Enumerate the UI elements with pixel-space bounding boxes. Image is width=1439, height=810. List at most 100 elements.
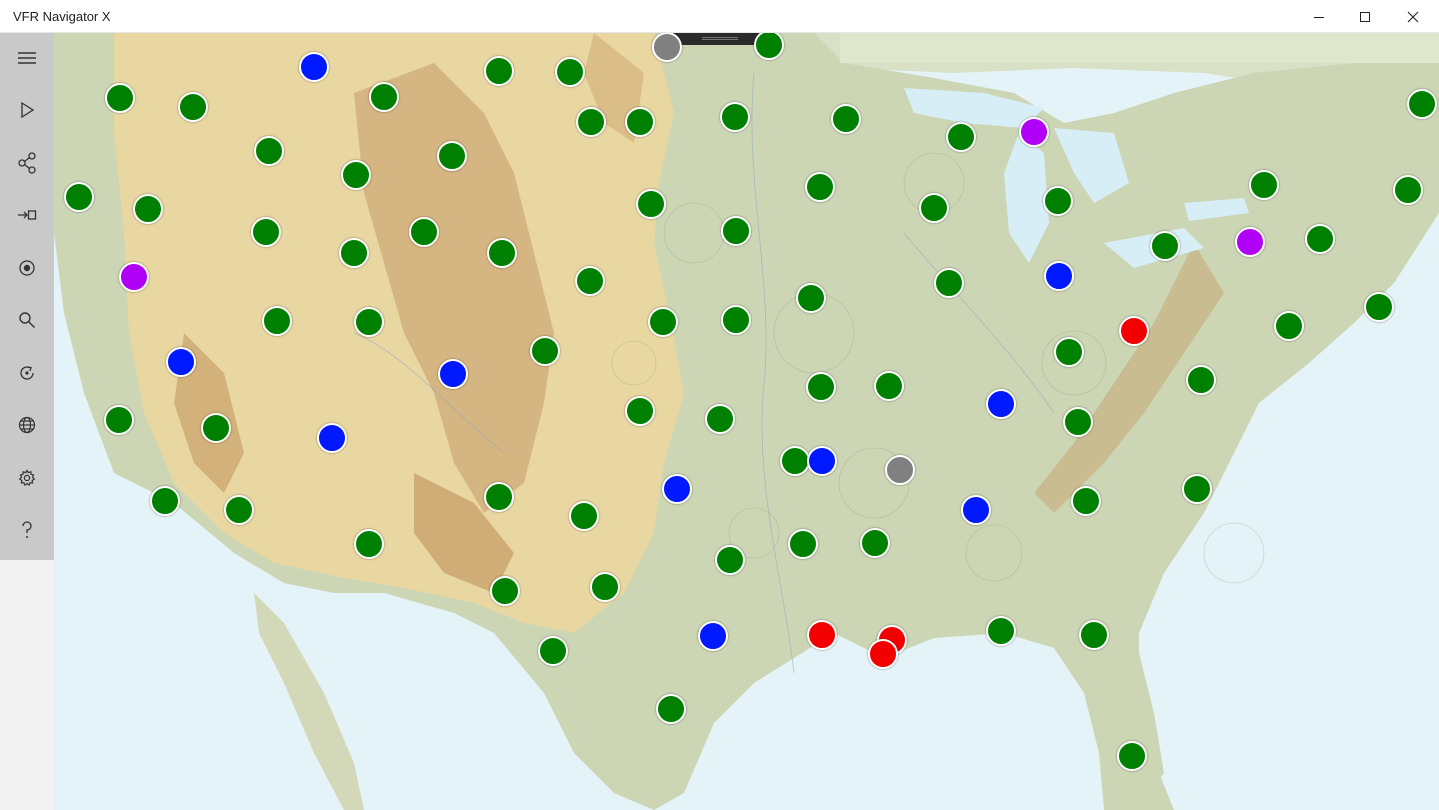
- station-marker-vfr[interactable]: [590, 572, 620, 602]
- station-marker-mvfr[interactable]: [986, 389, 1016, 419]
- sidebar-item-route[interactable]: [0, 138, 54, 188]
- sidebar-item-position[interactable]: [0, 243, 54, 293]
- sidebar-item-search[interactable]: [0, 295, 54, 345]
- sidebar-item-menu[interactable]: [0, 33, 54, 83]
- station-marker-vfr[interactable]: [1117, 741, 1147, 771]
- station-marker-vfr[interactable]: [354, 307, 384, 337]
- station-marker-lifr[interactable]: [1235, 227, 1265, 257]
- station-marker-ifr[interactable]: [807, 620, 837, 650]
- station-marker-mvfr[interactable]: [662, 474, 692, 504]
- station-marker-vfr[interactable]: [1186, 365, 1216, 395]
- station-marker-mvfr[interactable]: [317, 423, 347, 453]
- station-marker-vfr[interactable]: [484, 56, 514, 86]
- maximize-button[interactable]: [1342, 0, 1388, 33]
- close-button[interactable]: [1390, 0, 1436, 33]
- station-marker-vfr[interactable]: [805, 172, 835, 202]
- station-marker-vfr[interactable]: [104, 405, 134, 435]
- station-marker-vfr[interactable]: [1071, 486, 1101, 516]
- station-marker-mvfr[interactable]: [961, 495, 991, 525]
- station-marker-vfr[interactable]: [986, 616, 1016, 646]
- station-marker-vfr[interactable]: [1407, 89, 1437, 119]
- station-marker-unknown[interactable]: [652, 33, 682, 62]
- station-marker-vfr[interactable]: [636, 189, 666, 219]
- station-marker-vfr[interactable]: [721, 305, 751, 335]
- station-marker-vfr[interactable]: [105, 83, 135, 113]
- station-marker-vfr[interactable]: [409, 217, 439, 247]
- station-marker-vfr[interactable]: [860, 528, 890, 558]
- sidebar-item-play[interactable]: [0, 85, 54, 135]
- station-marker-mvfr[interactable]: [807, 446, 837, 476]
- gear-icon: [18, 469, 36, 487]
- station-marker-vfr[interactable]: [224, 495, 254, 525]
- station-marker-vfr[interactable]: [1043, 186, 1073, 216]
- station-marker-vfr[interactable]: [262, 306, 292, 336]
- station-marker-ifr[interactable]: [1119, 316, 1149, 346]
- station-marker-vfr[interactable]: [369, 82, 399, 112]
- sidebar-item-goto[interactable]: [0, 190, 54, 240]
- station-marker-vfr[interactable]: [831, 104, 861, 134]
- station-marker-vfr[interactable]: [625, 107, 655, 137]
- station-marker-vfr[interactable]: [934, 268, 964, 298]
- station-marker-vfr[interactable]: [946, 122, 976, 152]
- station-marker-vfr[interactable]: [1063, 407, 1093, 437]
- station-marker-vfr[interactable]: [1305, 224, 1335, 254]
- station-marker-vfr[interactable]: [530, 336, 560, 366]
- station-marker-vfr[interactable]: [780, 446, 810, 476]
- station-marker-vfr[interactable]: [487, 238, 517, 268]
- station-marker-mvfr[interactable]: [1044, 261, 1074, 291]
- station-marker-mvfr[interactable]: [299, 52, 329, 82]
- station-marker-vfr[interactable]: [575, 266, 605, 296]
- station-marker-vfr[interactable]: [721, 216, 751, 246]
- station-marker-vfr[interactable]: [806, 372, 836, 402]
- station-marker-vfr[interactable]: [341, 160, 371, 190]
- station-marker-ifr[interactable]: [868, 639, 898, 669]
- station-marker-vfr[interactable]: [648, 307, 678, 337]
- station-marker-unknown[interactable]: [885, 455, 915, 485]
- station-marker-vfr[interactable]: [201, 413, 231, 443]
- station-marker-mvfr[interactable]: [166, 347, 196, 377]
- station-marker-vfr[interactable]: [1364, 292, 1394, 322]
- sidebar-item-map-layers[interactable]: [0, 400, 54, 450]
- station-marker-vfr[interactable]: [715, 545, 745, 575]
- station-marker-vfr[interactable]: [437, 141, 467, 171]
- weather-map[interactable]: [54, 33, 1439, 810]
- station-marker-vfr[interactable]: [919, 193, 949, 223]
- station-marker-vfr[interactable]: [133, 194, 163, 224]
- station-marker-mvfr[interactable]: [698, 621, 728, 651]
- station-marker-vfr[interactable]: [251, 217, 281, 247]
- station-marker-vfr[interactable]: [1393, 175, 1423, 205]
- sidebar-item-refresh[interactable]: [0, 348, 54, 398]
- station-marker-vfr[interactable]: [720, 102, 750, 132]
- station-marker-vfr[interactable]: [254, 136, 284, 166]
- sidebar-item-help[interactable]: [0, 505, 54, 555]
- station-marker-vfr[interactable]: [1079, 620, 1109, 650]
- station-marker-mvfr[interactable]: [438, 359, 468, 389]
- station-marker-vfr[interactable]: [656, 694, 686, 724]
- station-marker-vfr[interactable]: [788, 529, 818, 559]
- station-marker-vfr[interactable]: [178, 92, 208, 122]
- station-marker-vfr[interactable]: [796, 283, 826, 313]
- station-marker-vfr[interactable]: [538, 636, 568, 666]
- sidebar-item-settings[interactable]: [0, 453, 54, 503]
- station-marker-vfr[interactable]: [354, 529, 384, 559]
- station-marker-vfr[interactable]: [150, 486, 180, 516]
- station-marker-vfr[interactable]: [569, 501, 599, 531]
- station-marker-vfr[interactable]: [1054, 337, 1084, 367]
- station-marker-vfr[interactable]: [576, 107, 606, 137]
- station-marker-vfr[interactable]: [339, 238, 369, 268]
- station-marker-vfr[interactable]: [625, 396, 655, 426]
- station-marker-lifr[interactable]: [1019, 117, 1049, 147]
- station-marker-lifr[interactable]: [119, 262, 149, 292]
- station-marker-vfr[interactable]: [1274, 311, 1304, 341]
- station-marker-vfr[interactable]: [484, 482, 514, 512]
- station-marker-vfr[interactable]: [1182, 474, 1212, 504]
- station-marker-vfr[interactable]: [64, 182, 94, 212]
- direct-to-icon: [18, 210, 37, 220]
- station-marker-vfr[interactable]: [490, 576, 520, 606]
- station-marker-vfr[interactable]: [1249, 170, 1279, 200]
- station-marker-vfr[interactable]: [555, 57, 585, 87]
- station-marker-vfr[interactable]: [874, 371, 904, 401]
- minimize-button[interactable]: [1296, 0, 1342, 33]
- station-marker-vfr[interactable]: [1150, 231, 1180, 261]
- station-marker-vfr[interactable]: [705, 404, 735, 434]
